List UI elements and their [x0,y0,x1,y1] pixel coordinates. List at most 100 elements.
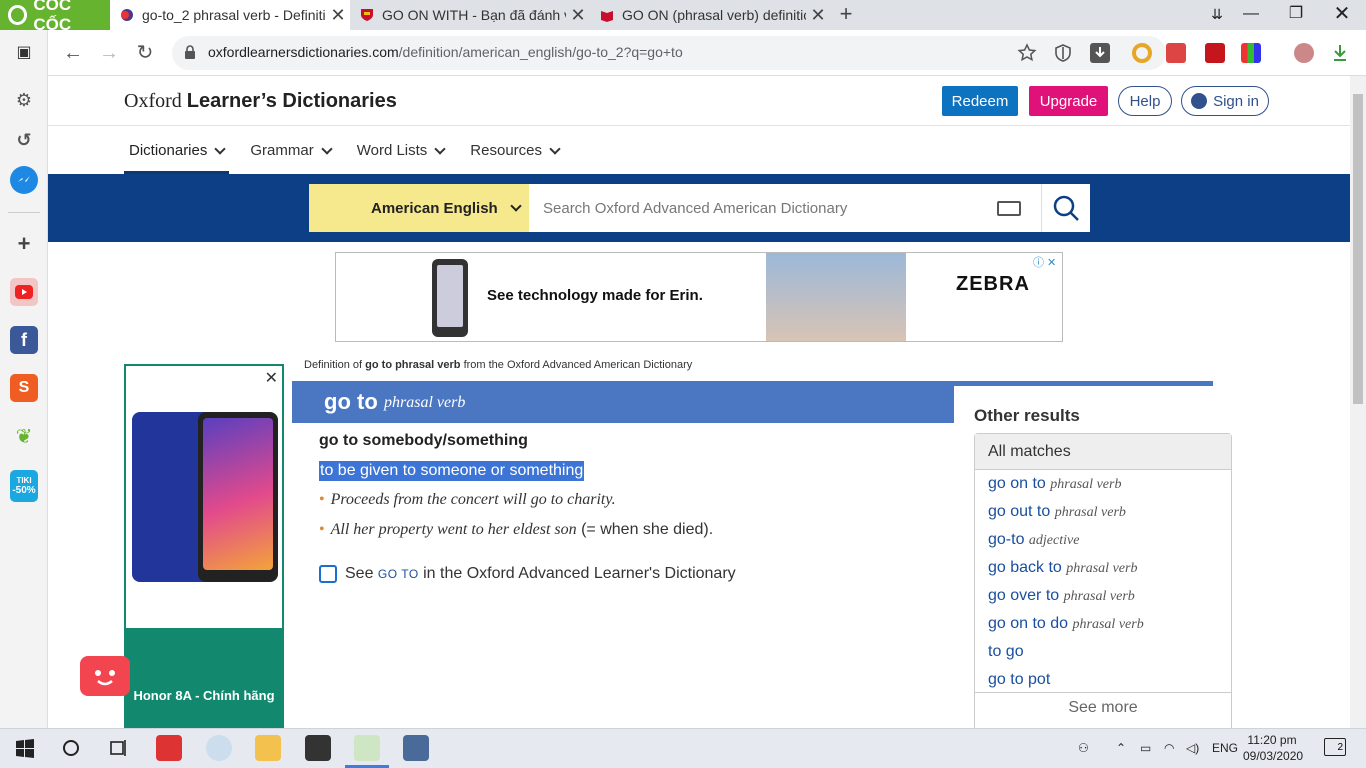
nav-resources[interactable]: Resources [465,134,564,174]
keyboard-icon[interactable] [997,201,1021,216]
coccoc-leaf-icon[interactable]: ❦ [10,422,38,450]
chat-widget-button[interactable] [80,656,130,696]
match-word: go to pot [988,671,1051,688]
oxford-favicon-icon [121,9,133,21]
site-logo[interactable]: Oxford Learner’s Dictionaries [124,90,397,113]
match-item[interactable]: go back to phrasal verb [988,554,1231,582]
close-ad-icon[interactable]: ✕ [265,368,278,388]
messenger-icon[interactable] [10,166,38,194]
extension-red-icon[interactable] [1205,43,1225,63]
coccoc-logo-icon [8,5,28,25]
matches-list: go on to phrasal verb go out to phrasal … [975,470,1231,694]
task-view-icon[interactable] [106,735,132,761]
close-tab-icon[interactable]: ✕ [806,5,830,26]
all-matches-tab[interactable]: All matches [975,434,1231,470]
taskbar-notes-app-icon[interactable] [305,735,331,761]
system-clock[interactable]: 11:20 pm 09/03/2020 [1243,732,1303,764]
match-item[interactable]: go out to phrasal verb [988,498,1231,526]
battery-icon[interactable]: ▭ [1140,741,1151,755]
back-icon[interactable]: ← [60,40,86,66]
tiki-icon[interactable]: TIKI -50% [10,470,38,502]
match-item[interactable]: go-to adjective [988,526,1231,554]
history-icon[interactable]: ↺ [10,126,38,154]
lock-icon[interactable] [184,45,196,59]
shield-favicon-icon [361,9,373,21]
close-window-button[interactable]: ✕ [1321,0,1363,30]
taskbar-coccoc-browser-icon[interactable] [354,735,380,761]
banner-ad[interactable]: See technology made for Erin. ZEBRA ⓘ ✕ [335,252,1063,342]
volume-icon[interactable]: ◁) [1186,741,1199,755]
ad-phone-screen [203,418,273,570]
chevron-down-icon [549,143,561,155]
file-explorer-icon[interactable] [255,735,281,761]
shopee-icon[interactable]: S [10,374,38,402]
taskbar-game-app-icon[interactable] [403,735,429,761]
taskbar-paint-app-icon[interactable] [206,735,232,761]
extension-chrome-icon[interactable] [1132,43,1152,63]
youtube-icon[interactable] [10,278,38,306]
tab-title: GO ON WITH - Bạn đã đánh v [382,7,566,23]
address-bar[interactable]: oxfordlearnersdictionaries.com/definitio… [172,36,1166,70]
show-hidden-icons[interactable]: ⌃ [1116,741,1126,755]
match-item[interactable]: go to pot [988,666,1231,694]
see-more-button[interactable]: See more [975,692,1231,722]
url-domain: oxfordlearnersdictionaries.com [208,44,399,60]
windows-start-icon[interactable] [12,735,38,761]
windows-taskbar: ⚇ ⌃ ▭ ◠ ◁) ENG 11:20 pm 09/03/2020 2 [0,728,1366,768]
minimize-button[interactable]: — [1230,0,1272,30]
nav-grammar[interactable]: Grammar [245,134,335,174]
url-text[interactable]: oxfordlearnersdictionaries.com/definitio… [208,44,683,60]
close-tab-icon[interactable]: ✕ [566,5,590,26]
match-item[interactable]: go on to do phrasal verb [988,610,1231,638]
add-sidebar-app-icon[interactable]: + [10,230,38,258]
see-also-link[interactable]: GO TO [378,567,419,581]
redeem-button[interactable]: Redeem [942,86,1018,116]
forward-icon[interactable]: → [96,40,122,66]
side-ad[interactable]: ✕ Honor 8A - Chính hãng [124,364,284,728]
sidebar-toggle-icon[interactable]: ▣ [10,38,38,66]
input-language[interactable]: ENG [1212,741,1238,755]
coccoc-menu-button[interactable]: CỐC CỐC [0,0,110,34]
download-page-icon[interactable] [1090,43,1110,63]
dictionary-selector[interactable]: American English [309,184,529,232]
match-item[interactable]: go on to phrasal verb [988,470,1231,498]
people-icon[interactable]: ⚇ [1078,741,1089,755]
page-scrollbar[interactable] [1350,76,1366,728]
settings-icon[interactable]: ⚙ [10,86,38,114]
chevron-down-icon [321,143,333,155]
facebook-icon[interactable]: f [10,326,38,354]
sign-in-button[interactable]: Sign in [1181,86,1269,116]
notifications-icon[interactable]: 2 [1324,738,1346,756]
match-item[interactable]: to go [988,638,1231,666]
scrollbar-thumb[interactable] [1353,94,1363,404]
all-matches-box: All matches go on to phrasal verb go out… [974,433,1232,728]
match-item[interactable]: go over to phrasal verb [988,582,1231,610]
wifi-icon[interactable]: ◠ [1164,741,1174,755]
new-tab-button[interactable]: + [836,0,856,30]
search-input[interactable] [529,184,979,232]
chat-face-icon [95,670,115,686]
tab-go-to-definition[interactable]: go-to_2 phrasal verb - Definiti ✕ [110,0,350,30]
cortana-search-icon[interactable] [58,735,84,761]
ad-choices-icon[interactable]: ⓘ ✕ [1033,254,1061,269]
nav-word-lists[interactable]: Word Lists [352,134,450,174]
extension-grid-icon[interactable] [1241,43,1261,63]
upgrade-button[interactable]: Upgrade [1029,86,1108,116]
help-button[interactable]: Help [1118,86,1172,116]
close-tab-icon[interactable]: ✕ [326,5,350,26]
main-navigation: Dictionaries Grammar Word Lists Resource… [124,134,580,174]
tab-go-on-with[interactable]: GO ON WITH - Bạn đã đánh v ✕ [350,0,590,30]
tab-go-on-phrasal-verb[interactable]: GO ON (phrasal verb) definitio ✕ [590,0,830,30]
profile-avatar[interactable] [1294,43,1314,63]
match-word: go on to do [988,615,1069,632]
shield-icon[interactable] [1053,43,1073,63]
crumb-bold: go to phrasal verb [365,359,461,371]
extension-new-icon[interactable] [1166,43,1186,63]
taskbar-office-app-icon[interactable] [156,735,182,761]
bookmark-star-icon[interactable] [1017,43,1037,63]
reload-icon[interactable]: ↻ [132,40,158,66]
maximize-button[interactable]: ❐ [1275,0,1317,30]
search-button[interactable] [1041,184,1090,232]
downloads-icon[interactable] [1330,43,1350,63]
nav-dictionaries[interactable]: Dictionaries [124,134,230,174]
